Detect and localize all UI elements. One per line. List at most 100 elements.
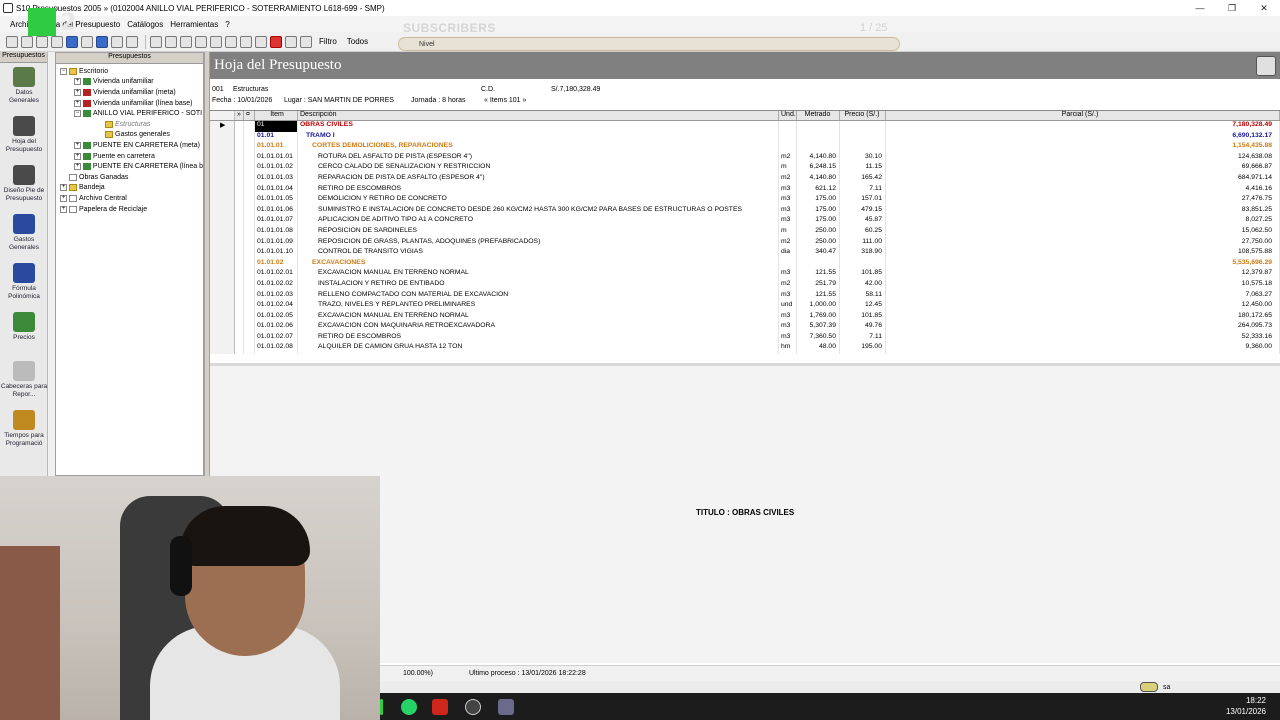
row-unit[interactable]: m2 (779, 173, 797, 185)
sigma-icon[interactable] (270, 35, 282, 48)
tag-icon[interactable] (126, 35, 138, 48)
row-description[interactable]: TRAMO I (298, 131, 779, 143)
row-item-code[interactable]: 01.01.02.03 (255, 290, 298, 302)
tree-expander[interactable]: + (60, 194, 67, 202)
row-unit[interactable] (779, 131, 797, 143)
row-partial[interactable]: 4,416.16 (886, 184, 1280, 196)
table-row[interactable]: 01.01.01 CORTES DEMOLICIONES, REPARACIONE… (210, 142, 1280, 153)
grid-header-price[interactable]: Precio (S/.) (840, 111, 886, 120)
row-unit[interactable]: m2 (779, 237, 797, 249)
row-partial[interactable]: 5,535,696.29 (886, 258, 1280, 270)
tree-expander[interactable]: − (60, 67, 67, 75)
row-item-code[interactable]: 01.01.01 (255, 142, 298, 153)
table-row[interactable]: 01.01.02.06 EXCAVACION CON MAQUINARIA RET… (210, 322, 1280, 333)
row-quantity[interactable]: 4,140.80 (797, 173, 840, 185)
row-unit[interactable]: hm (779, 343, 797, 355)
row-quantity[interactable]: 621.12 (797, 184, 840, 196)
delete-row-icon[interactable] (210, 35, 222, 48)
row-unit[interactable]: und (779, 301, 797, 312)
row-price[interactable]: 42.00 (840, 279, 886, 291)
row-unit[interactable]: m3 (779, 195, 797, 206)
tree-item[interactable]: + Archivo Central (56, 193, 203, 204)
menu-herramientas[interactable]: Herramientas (170, 20, 218, 29)
row-quantity[interactable]: 175.00 (797, 195, 840, 206)
row-unit[interactable] (779, 142, 797, 153)
row-description[interactable]: ROTURA DEL ASFALTO DE PISTA (ESPESOR 4") (298, 152, 779, 164)
row-price[interactable]: 11.15 (840, 163, 886, 174)
row-partial[interactable]: 83,851.25 (886, 205, 1280, 217)
grid-header-expand[interactable]: » (235, 111, 244, 120)
nav-button[interactable]: Datos Generales (0, 63, 48, 112)
row-price[interactable]: 165.42 (840, 173, 886, 185)
row-quantity[interactable]: 6,248.15 (797, 163, 840, 174)
row-item-code[interactable]: 01 (255, 121, 298, 132)
table-row[interactable]: 01.01.01.08 REPOSICIÓN DE SARDINELES m 250.… (210, 226, 1280, 238)
row-price[interactable]: 7.11 (840, 332, 886, 344)
pdf-reader-icon[interactable] (432, 699, 448, 715)
row-item-code[interactable]: 01.01.01.08 (255, 226, 298, 238)
row-partial[interactable]: 27,750.00 (886, 237, 1280, 249)
row-quantity[interactable] (797, 121, 840, 132)
restore-button[interactable]: ❐ (1216, 0, 1248, 16)
row-partial[interactable]: 1,154,435.88 (886, 142, 1280, 153)
row-price[interactable]: 318.90 (840, 248, 886, 259)
grid-header-flag[interactable]: ¤ (244, 111, 255, 120)
row-unit[interactable] (779, 258, 797, 270)
grid-header-partial[interactable]: Parcial (S/.) (886, 111, 1280, 120)
table-row[interactable]: 01.01.02.03 RELLENO COMPACTADO CON MATERI… (210, 290, 1280, 302)
table-row[interactable]: 01.01.02.01 EXCAVACION MANUAL EN TERRENO … (210, 269, 1280, 280)
folder-icon[interactable] (111, 35, 123, 48)
row-description[interactable]: REPARACION DE PISTA DE ASFALTO (ESPESOR … (298, 173, 779, 185)
row-item-code[interactable]: 01.01.01.09 (255, 237, 298, 249)
row-description[interactable]: EXCAVACION MANUAL EN TERRENO NORMAL (298, 311, 779, 323)
row-quantity[interactable]: 1,769.00 (797, 311, 840, 323)
tree-item[interactable]: + PUENTE EN CARRETERA (meta) (56, 140, 203, 151)
row-quantity[interactable]: 175.00 (797, 205, 840, 217)
row-unit[interactable] (779, 121, 797, 132)
table-row[interactable]: 01.01.02.04 TRAZO, NIVELES Y REPLANTEO PR… (210, 301, 1280, 312)
row-price[interactable]: 479.15 (840, 205, 886, 217)
row-price[interactable] (840, 121, 886, 132)
close-button[interactable]: ✕ (1248, 0, 1280, 16)
row-item-code[interactable]: 01.01.01.03 (255, 173, 298, 185)
row-price[interactable]: 30.10 (840, 152, 886, 164)
settings-icon[interactable] (255, 35, 267, 48)
row-description[interactable]: ALQUILER DE CAMION GRUA HASTA 12 TON (298, 343, 779, 355)
row-partial[interactable]: 12,379.87 (886, 269, 1280, 280)
row-item-code[interactable]: 01.01 (255, 131, 298, 143)
row-item-code[interactable]: 01.01.02.02 (255, 279, 298, 291)
row-price[interactable]: 101.85 (840, 311, 886, 323)
search-icon[interactable] (300, 35, 312, 48)
table-row[interactable]: 01.01.02.07 RETIRO DE ESCOMBROS m3 7,360.50… (210, 332, 1280, 344)
row-description[interactable]: EXCAVACIONES (298, 258, 779, 270)
table-row[interactable]: 01.01.01.07 APLICACIÓN DE ADITIVO TIPO A1… (210, 216, 1280, 227)
row-partial[interactable]: 15,062.50 (886, 226, 1280, 238)
row-partial[interactable]: 27,476.75 (886, 195, 1280, 206)
table-row[interactable]: 01.01.02.02 INSTALACIÓN Y RETIRO DE ENTIB… (210, 279, 1280, 291)
row-price[interactable] (840, 258, 886, 270)
tree-item[interactable]: + Papelera de Reciclaje (56, 204, 203, 215)
table-icon[interactable] (150, 35, 162, 48)
row-quantity[interactable]: 121.55 (797, 269, 840, 280)
nav-button[interactable]: Diseño Pie de Presupuesto (0, 161, 48, 210)
row-price[interactable]: 60.25 (840, 226, 886, 238)
row-price[interactable]: 58.11 (840, 290, 886, 302)
row-description[interactable]: REPOSICIÓN DE SARDINELES (298, 226, 779, 238)
row-quantity[interactable] (797, 142, 840, 153)
s10-app-icon[interactable] (498, 699, 514, 715)
row-quantity[interactable]: 251.79 (797, 279, 840, 291)
tree-expander[interactable]: + (60, 184, 67, 192)
tree-expander[interactable]: + (74, 99, 81, 107)
table-row[interactable]: 01.01.02.05 EXCAVACION MANUAL EN TERRENO … (210, 311, 1280, 323)
nav-button[interactable]: Hoja del Presupuesto (0, 112, 48, 161)
row-description[interactable]: CONTROL DE TRANSITO VIGIAS (298, 248, 779, 259)
row-item-code[interactable]: 01.01.02.06 (255, 322, 298, 333)
row-unit[interactable]: m3 (779, 332, 797, 344)
print-icon[interactable] (6, 35, 18, 48)
row-partial[interactable]: 124,638.08 (886, 152, 1280, 164)
row-description[interactable]: CORTES DEMOLICIONES, REPARACIONES (298, 142, 779, 153)
row-partial[interactable]: 108,575.88 (886, 248, 1280, 259)
row-quantity[interactable]: 7,360.50 (797, 332, 840, 344)
tree-item[interactable]: Obras Ganadas (56, 172, 203, 183)
nav-button[interactable]: Fórmula Polinómica (0, 259, 48, 308)
